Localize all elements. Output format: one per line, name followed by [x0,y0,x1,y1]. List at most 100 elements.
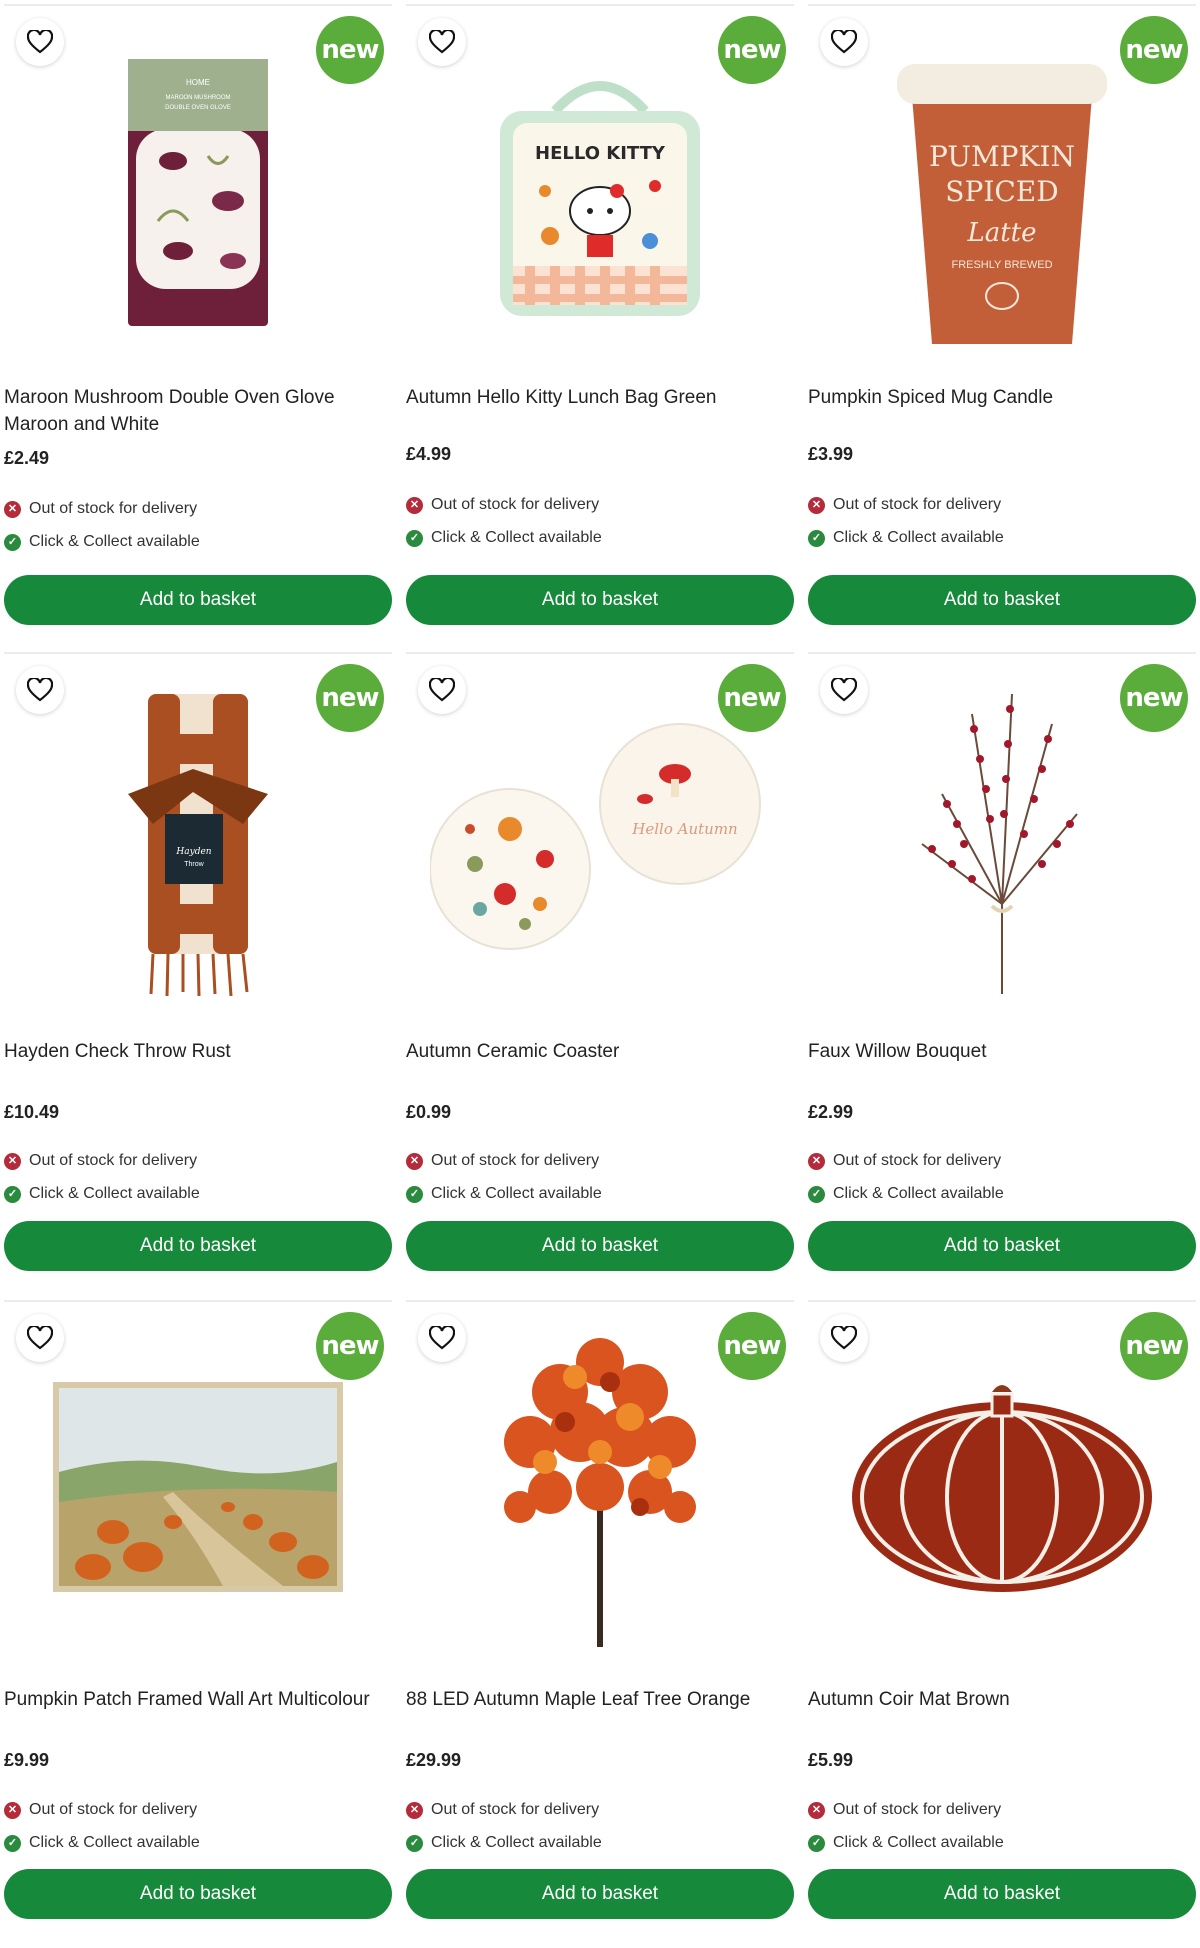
heart-outline-icon [429,678,455,702]
add-to-basket-button[interactable]: Add to basket [808,1869,1196,1919]
favourite-button[interactable] [418,18,466,66]
check-circle-icon: ✓ [4,533,21,551]
new-badge: new [1120,664,1188,732]
new-badge: new [1120,1312,1188,1380]
collect-status-text: Click & Collect available [29,1834,200,1851]
check-circle-icon: ✓ [808,1834,825,1852]
collect-status: ✓ Click & Collect available [808,529,1004,547]
cross-circle-icon: ✕ [4,1801,21,1819]
product-title[interactable]: Faux Willow Bouquet [808,1038,1196,1065]
product-card[interactable]: Hello Autumn new Autumn Ceramic Coaster … [406,652,794,1300]
cross-circle-icon: ✕ [808,496,825,514]
add-to-basket-button[interactable]: Add to basket [4,1869,392,1919]
delivery-status-text: Out of stock for delivery [431,1152,600,1169]
product-title[interactable]: Pumpkin Spiced Mug Candle [808,384,1196,411]
svg-text:MAROON MUSHROOM: MAROON MUSHROOM [166,95,231,101]
collect-status: ✓ Click & Collect available [4,533,200,551]
favourite-button[interactable] [16,1314,64,1362]
product-title[interactable]: 88 LED Autumn Maple Leaf Tree Orange [406,1686,794,1713]
delivery-status: ✕ Out of stock for delivery [808,1152,1001,1170]
collect-status-text: Click & Collect available [833,1834,1004,1851]
heart-outline-icon [429,1326,455,1350]
collect-status: ✓ Click & Collect available [406,1185,602,1203]
favourite-button[interactable] [418,666,466,714]
packaging-text: HOME [186,78,210,87]
add-to-basket-button[interactable]: Add to basket [4,575,392,625]
favourite-button[interactable] [820,18,868,66]
collect-status-text: Click & Collect available [431,1185,602,1202]
product-card[interactable]: HELLO KITTY new Autumn Hello Kitty Lunch… [406,4,794,652]
delivery-status-text: Out of stock for delivery [29,500,198,517]
add-to-basket-button[interactable]: Add to basket [808,575,1196,625]
svg-text:DOUBLE OVEN GLOVE: DOUBLE OVEN GLOVE [165,105,231,111]
product-price: £2.99 [808,1102,854,1122]
delivery-status-text: Out of stock for delivery [833,1152,1002,1169]
product-title[interactable]: Maroon Mushroom Double Oven Glove Maroon… [4,384,392,438]
delivery-status: ✕ Out of stock for delivery [4,1152,197,1170]
delivery-status-text: Out of stock for delivery [29,1152,198,1169]
delivery-status: ✕ Out of stock for delivery [808,496,1001,514]
product-card[interactable]: new Autumn Coir Mat Brown £5.99 ✕ Out of… [808,1300,1196,1948]
new-badge: new [316,664,384,732]
check-circle-icon: ✓ [808,1185,825,1203]
new-badge: new [718,664,786,732]
favourite-button[interactable] [418,1314,466,1362]
product-price: £29.99 [406,1750,462,1770]
collect-status-text: Click & Collect available [431,529,602,546]
new-badge: new [718,1312,786,1380]
add-to-basket-button[interactable]: Add to basket [4,1221,392,1271]
svg-text:Throw: Throw [184,861,204,868]
delivery-status: ✕ Out of stock for delivery [4,1801,197,1819]
check-circle-icon: ✓ [808,529,825,547]
collect-status: ✓ Click & Collect available [406,529,602,547]
collect-status-text: Click & Collect available [431,1834,602,1851]
cross-circle-icon: ✕ [4,1152,21,1170]
delivery-status: ✕ Out of stock for delivery [406,1152,599,1170]
svg-text:SPICED: SPICED [945,175,1058,208]
product-card[interactable]: new Faux Willow Bouquet £2.99 ✕ Out of s… [808,652,1196,1300]
cross-circle-icon: ✕ [406,1152,423,1170]
product-card[interactable]: HOME MAROON MUSHROOM DOUBLE OVEN GLOVE n… [4,4,392,652]
add-to-basket-button[interactable]: Add to basket [406,1221,794,1271]
product-title[interactable]: Autumn Hello Kitty Lunch Bag Green [406,384,794,411]
check-circle-icon: ✓ [4,1185,21,1203]
check-circle-icon: ✓ [406,1185,423,1203]
favourite-button[interactable] [16,666,64,714]
delivery-status-text: Out of stock for delivery [29,1801,198,1818]
product-card[interactable]: PUMPKIN SPICED Latte FRESHLY BREWED new … [808,4,1196,652]
product-card[interactable]: new 88 LED Autumn Maple Leaf Tree Orange… [406,1300,794,1948]
product-title[interactable]: Autumn Ceramic Coaster [406,1038,794,1065]
product-title[interactable]: Autumn Coir Mat Brown [808,1686,1196,1713]
delivery-status: ✕ Out of stock for delivery [4,500,197,518]
new-badge: new [718,16,786,84]
product-title[interactable]: Pumpkin Patch Framed Wall Art Multicolou… [4,1686,392,1713]
cross-circle-icon: ✕ [406,496,423,514]
add-to-basket-button[interactable]: Add to basket [406,575,794,625]
add-to-basket-button[interactable]: Add to basket [406,1869,794,1919]
product-price: £0.99 [406,1102,452,1122]
favourite-button[interactable] [16,18,64,66]
heart-outline-icon [27,1326,53,1350]
product-text: HELLO KITTY [535,143,666,164]
delivery-status-text: Out of stock for delivery [833,1801,1002,1818]
cross-circle-icon: ✕ [406,1801,423,1819]
delivery-status: ✕ Out of stock for delivery [406,496,599,514]
heart-outline-icon [429,30,455,54]
new-badge: new [316,16,384,84]
heart-outline-icon [831,678,857,702]
new-badge: new [316,1312,384,1380]
product-text: Hello Autumn [631,820,737,838]
collect-status: ✓ Click & Collect available [808,1834,1004,1852]
check-circle-icon: ✓ [406,529,423,547]
heart-outline-icon [27,678,53,702]
product-title[interactable]: Hayden Check Throw Rust [4,1038,392,1065]
svg-text:FRESHLY BREWED: FRESHLY BREWED [951,259,1052,271]
collect-status-text: Click & Collect available [29,533,200,550]
favourite-button[interactable] [820,666,868,714]
add-to-basket-button[interactable]: Add to basket [808,1221,1196,1271]
favourite-button[interactable] [820,1314,868,1362]
product-card[interactable]: Hayden Throw new Hayden Check Throw Rust… [4,652,392,1300]
product-card[interactable]: new Pumpkin Patch Framed Wall Art Multic… [4,1300,392,1948]
product-text: PUMPKIN [929,140,1075,173]
cross-circle-icon: ✕ [4,500,21,518]
